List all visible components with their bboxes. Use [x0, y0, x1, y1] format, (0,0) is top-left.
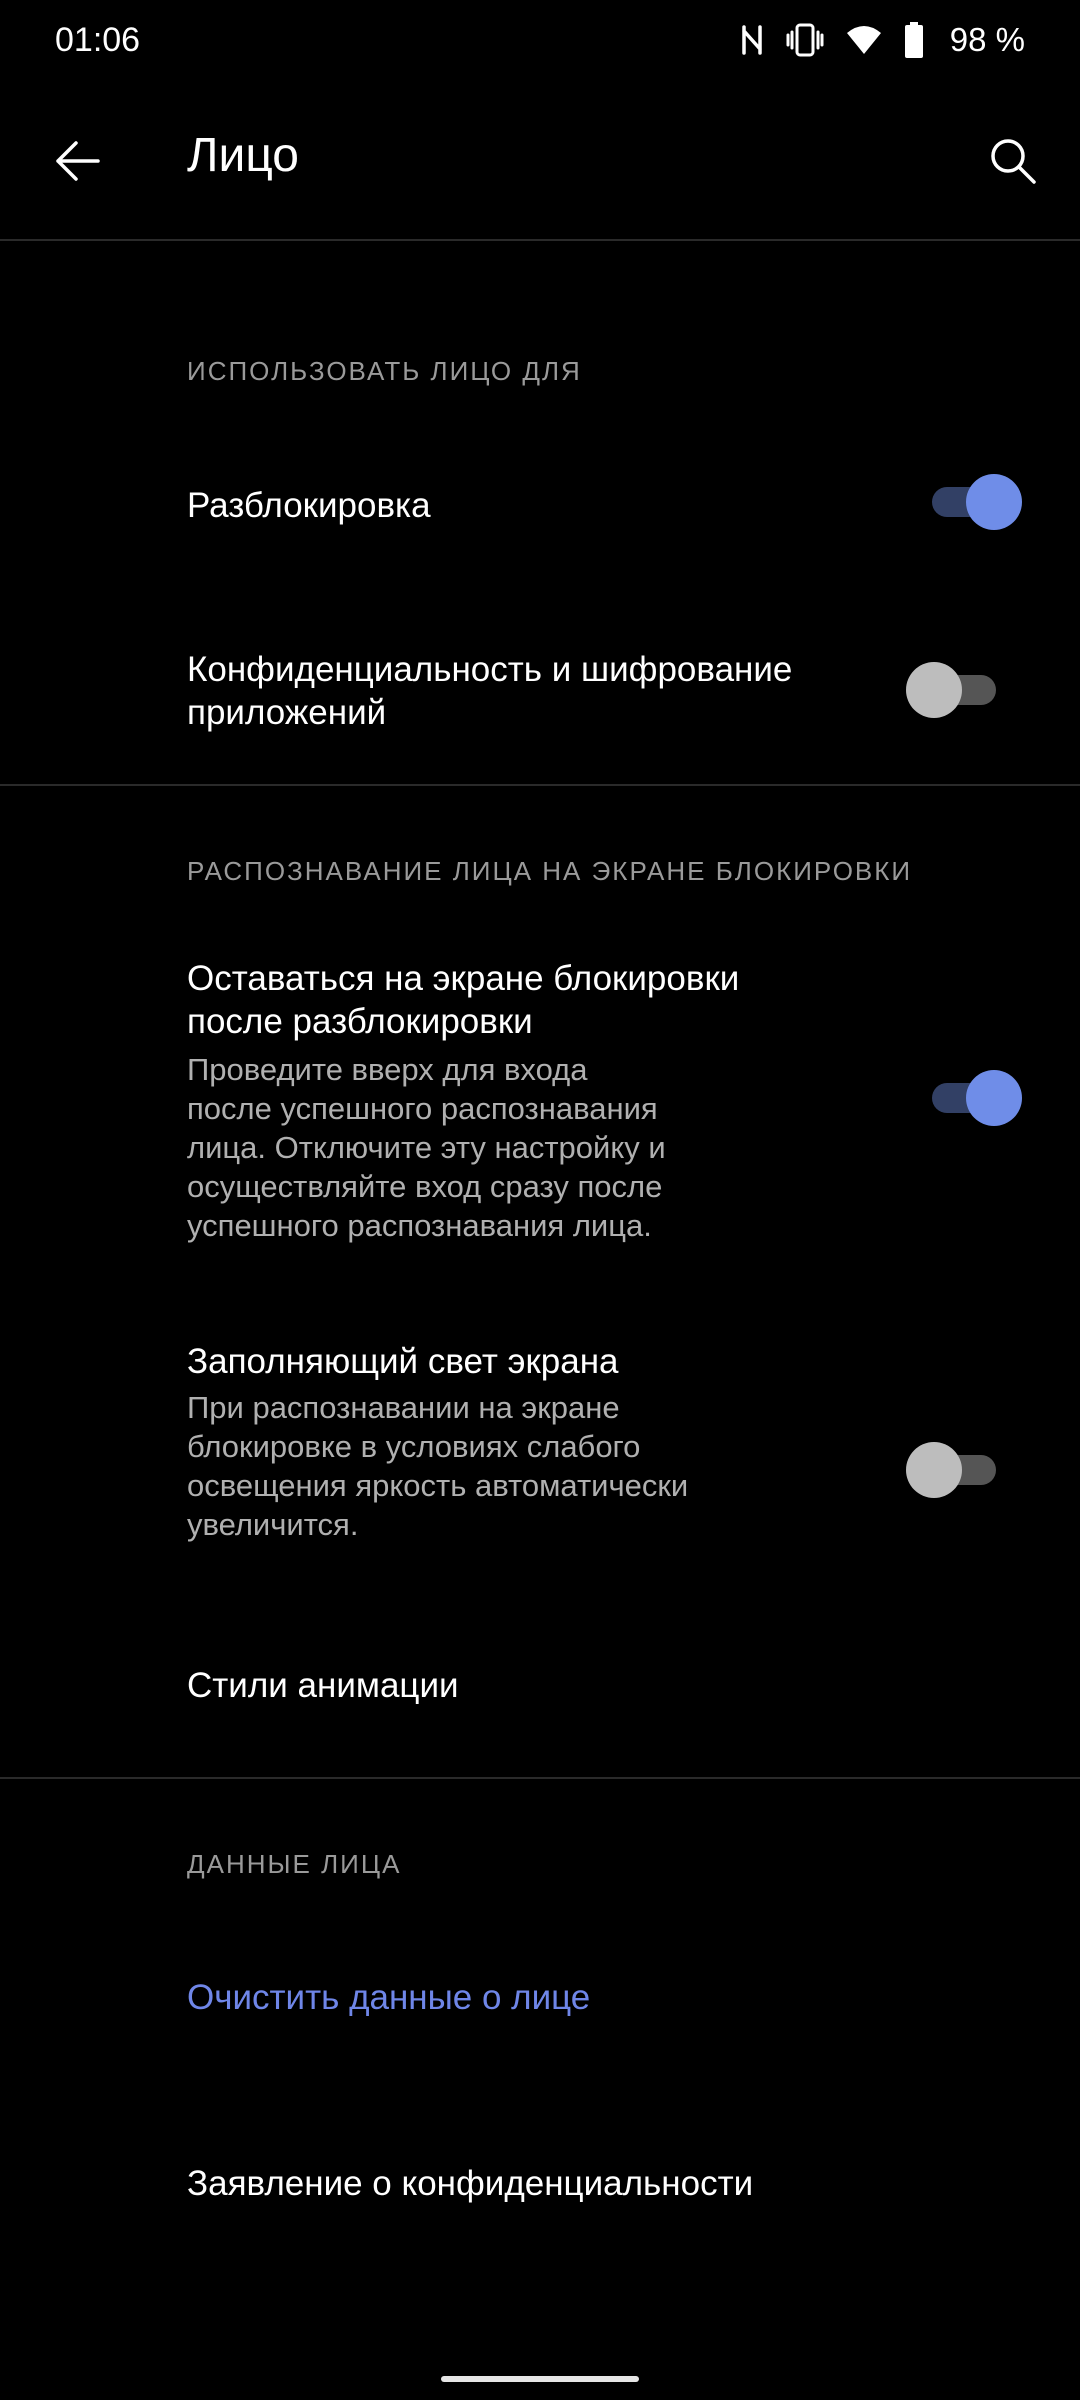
search-button[interactable] [978, 126, 1048, 196]
setting-app-privacy[interactable]: Конфиденциальность и шифрование приложен… [0, 620, 1080, 770]
gesture-nav-handle[interactable] [441, 2376, 639, 2382]
arrow-left-icon [56, 141, 100, 181]
switch-thumb [966, 474, 1022, 530]
setting-fill-light-summary-line3: освещения яркость автоматически [187, 1468, 689, 1503]
setting-privacy-statement[interactable]: Заявление о конфиденциальности [0, 2110, 1080, 2260]
privacy-statement-title: Заявление о конфиденциальности [187, 2164, 754, 2203]
setting-fill-light-summary-line2: блокировке в условиях слабого [187, 1429, 641, 1464]
setting-stay-summary-line1: Проведите вверх для входа [187, 1052, 588, 1087]
face-settings-screen: 01:06 98 % Лицо ИСПОЛЬЗОВАТЬ ЛИЦО ДЛЯ Ра… [0, 0, 1080, 2400]
setting-fill-light-summary-line1: При распознавании на экране [187, 1390, 620, 1425]
status-time: 01:06 [55, 20, 141, 59]
setting-clear-face-data[interactable]: Очистить данные о лице [0, 1920, 1080, 2070]
setting-stay-on-lock[interactable]: Оставаться на экране блокировки после ра… [0, 940, 1080, 1270]
fill-light-switch[interactable] [906, 1440, 1002, 1500]
setting-app-privacy-title-line2: приложений [187, 693, 387, 732]
setting-fill-light[interactable]: Заполняющий свет экрана При распознавани… [0, 1330, 1080, 1560]
setting-stay-summary-line3: лица. Отключите эту настройку и [187, 1130, 666, 1165]
app-bar: Лицо [0, 80, 1080, 240]
setting-animation-title: Стили анимации [187, 1666, 459, 1705]
section-header-lock-screen: РАСПОЗНАВАНИЕ ЛИЦА НА ЭКРАНЕ БЛОКИРОВКИ [187, 856, 913, 886]
setting-stay-summary-line2: после успешного распознавания [187, 1091, 658, 1126]
switch-thumb [906, 662, 962, 718]
setting-animation-styles[interactable]: Стили анимации [0, 1600, 1080, 1770]
app-privacy-switch[interactable] [906, 660, 1002, 720]
stay-on-lock-switch[interactable] [924, 1068, 1022, 1128]
battery-percentage: 98 % [949, 21, 1025, 58]
search-icon [991, 139, 1036, 184]
battery-icon [904, 22, 923, 58]
section-header-use-face: ИСПОЛЬЗОВАТЬ ЛИЦО ДЛЯ [187, 356, 582, 386]
nfc-icon [742, 25, 762, 55]
back-button[interactable] [42, 126, 112, 196]
setting-unlock[interactable]: Разблокировка [0, 430, 1080, 580]
page-title: Лицо [187, 129, 299, 182]
wifi-icon [846, 26, 881, 54]
setting-app-privacy-title-line1: Конфиденциальность и шифрование [187, 650, 793, 689]
section-divider-1 [0, 784, 1080, 786]
setting-fill-light-title: Заполняющий свет экрана [187, 1342, 619, 1381]
setting-fill-light-summary-line4: увеличится. [187, 1507, 359, 1542]
status-icons: 98 % [740, 21, 1025, 59]
setting-stay-summary-line4: осуществляйте вход сразу после [187, 1169, 663, 1204]
vibrate-icon [786, 23, 824, 57]
section-divider-2 [0, 1777, 1080, 1779]
setting-unlock-title: Разблокировка [187, 486, 431, 525]
switch-thumb [966, 1070, 1022, 1126]
setting-stay-summary-line5: успешного распознавания лица. [187, 1208, 652, 1243]
setting-stay-title-line2: после разблокировки [187, 1002, 533, 1041]
switch-thumb [906, 1442, 962, 1498]
app-bar-divider [0, 239, 1080, 241]
clear-face-data-link: Очистить данные о лице [187, 1978, 591, 2017]
section-header-face-data: ДАННЫЕ ЛИЦА [187, 1849, 402, 1879]
unlock-switch[interactable] [924, 472, 1022, 532]
status-bar: 01:06 98 % [0, 0, 1080, 80]
setting-stay-title-line1: Оставаться на экране блокировки [187, 959, 740, 998]
